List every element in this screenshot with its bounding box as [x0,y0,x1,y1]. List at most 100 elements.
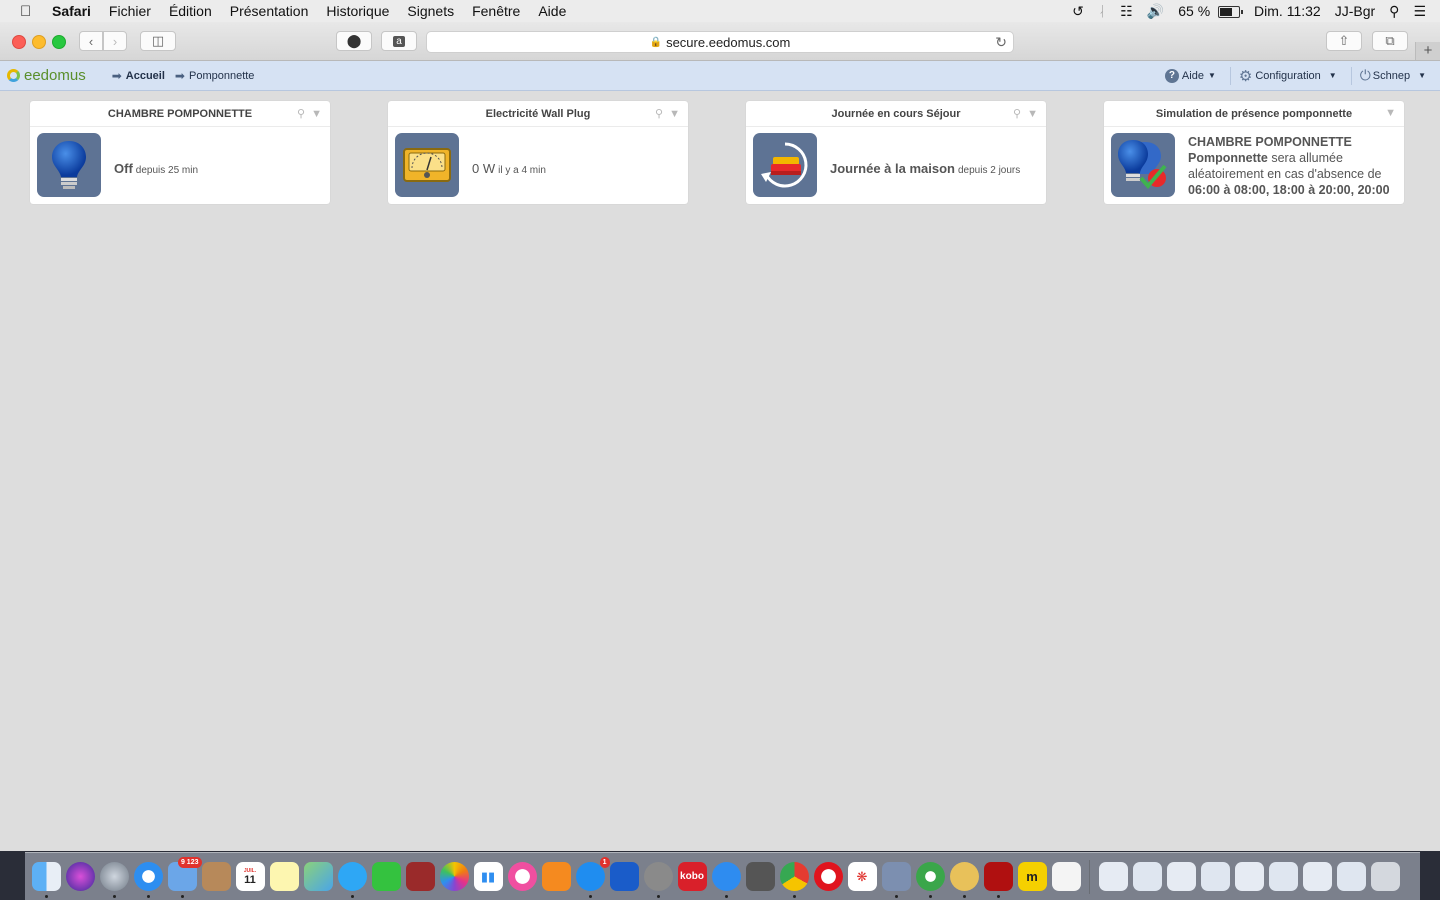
ghostery-extension-button[interactable]: ⬤ [336,31,372,51]
menu-signets[interactable]: Signets [407,3,454,19]
notes-icon[interactable] [269,862,299,891]
share-button[interactable]: ⇧ [1326,31,1362,51]
siri-icon[interactable] [65,862,95,891]
new-tab-button[interactable]: + [1415,42,1440,60]
calculator-icon[interactable] [745,862,775,891]
device-card-chambre[interactable]: CHAMBRE POMPONNETTE ⚲ ▼ Off depuis 25 min [30,101,330,204]
menu-app-safari[interactable]: Safari [52,3,91,19]
device-card-simulation[interactable]: Simulation de présence pomponnette ▼ CHA… [1104,101,1404,204]
menu-aide[interactable]: Aide [538,3,566,19]
maps-icon[interactable] [303,862,333,891]
facetime-icon[interactable] [371,862,401,891]
back-button[interactable]: ‹ [79,31,103,51]
forward-button[interactable]: › [103,31,127,51]
calendar-icon[interactable]: JUIL. 11 [235,862,265,891]
time-machine-icon[interactable]: ↺ [1072,3,1084,20]
kobo-icon[interactable]: kobo [677,862,707,891]
mindnode-icon[interactable]: m [1017,862,1047,891]
search-icon[interactable]: ⚲ [297,107,305,120]
document-stack-icon[interactable] [1234,862,1264,891]
system-preferences-icon[interactable] [643,862,673,898]
battery-icon [1218,6,1244,19]
spotlight-search-icon[interactable]: ⚲ [1389,3,1399,20]
disk-tool-icon[interactable] [949,862,979,898]
card-title: Simulation de présence pomponnette [1155,107,1353,120]
menu-fichier[interactable]: Fichier [109,3,151,19]
document-stack-icon[interactable] [1268,862,1298,891]
light-bulb-icon[interactable] [37,133,101,197]
document-stack-icon[interactable] [1336,862,1366,891]
configuration-menu[interactable]: ⚙ Configuration ▼ [1239,67,1337,85]
finder-icon[interactable] [31,862,61,898]
chevron-down-icon[interactable]: ▼ [311,108,322,120]
user-menu[interactable]: JJ-Bgr [1335,3,1375,19]
trash-icon[interactable] [1370,862,1400,891]
wifi-icon[interactable]: ☷ [1120,3,1133,20]
messages-icon[interactable] [337,862,367,898]
power-meter-icon[interactable] [395,133,459,197]
account-menu[interactable]: ⏻ Schnep ▼ [1360,67,1426,84]
zoom-window-button[interactable] [52,35,66,49]
state-since: depuis 25 min [135,165,199,176]
photos-icon[interactable] [439,862,469,891]
battery-status[interactable]: 65 % [1178,3,1244,19]
chrome-icon[interactable] [779,862,809,898]
help-menu[interactable]: ? Aide ▼ [1164,68,1216,83]
apple-menu-icon[interactable]:  [20,3,36,20]
contacts-icon[interactable] [201,862,231,891]
address-bar[interactable]: 🔒 secure.eedomus.com ↻ [426,31,1014,53]
ibooks-icon[interactable] [541,862,571,891]
launchpad-icon[interactable] [99,862,129,898]
menu-presentation[interactable]: Présentation [230,3,309,19]
notification-center-icon[interactable]: ☰ [1413,3,1426,20]
running-indicator [792,895,796,898]
document-stack-icon[interactable] [1098,862,1128,891]
eedomus-logo[interactable]: eedomus [7,67,86,84]
chevron-down-icon[interactable]: ▼ [669,108,680,120]
preview-icon[interactable] [881,862,911,898]
close-window-button[interactable] [12,35,26,49]
volume-icon[interactable]: 🔊 [1147,3,1164,20]
vpn-icon[interactable] [915,862,945,898]
chevron-down-icon[interactable]: ▼ [1385,107,1396,119]
document-stack-icon[interactable] [1302,862,1332,891]
device-card-wall-plug[interactable]: Electricité Wall Plug ⚲ ▼ 0 Wil y a 4 mi… [388,101,688,204]
mail-icon[interactable]: 9 123 [167,857,202,898]
app-store-icon[interactable]: 1 [575,857,610,898]
device-card-journee[interactable]: Journée en cours Séjour ⚲ ▼ Journée à la… [746,101,1046,204]
photo-booth-icon[interactable] [405,862,435,891]
itunes-icon[interactable] [507,862,537,891]
document-stack-icon[interactable] [1200,862,1230,891]
presence-simulation-icon[interactable] [1111,133,1175,197]
safari-icon[interactable] [133,862,163,898]
document-stack-icon[interactable] [1166,862,1196,891]
breadcrumb-room[interactable]: ➡ Pomponnette [175,69,255,83]
sofa-cycle-icon[interactable] [753,133,817,197]
card-status: Off depuis 25 min [114,161,198,176]
reload-icon[interactable]: ↻ [995,34,1007,51]
skype-icon[interactable] [711,862,741,898]
document-stack-icon[interactable] [1132,862,1162,891]
menu-edition[interactable]: Édition [169,3,212,19]
opera-icon[interactable] [813,862,843,891]
running-indicator [894,895,898,898]
acrobat-icon[interactable] [983,862,1013,898]
menu-fenetre[interactable]: Fenêtre [472,3,520,19]
search-icon[interactable]: ⚲ [1013,107,1021,120]
tab-overview-button[interactable]: ⧉ [1372,31,1408,51]
chevron-down-icon[interactable]: ▼ [1027,108,1038,120]
huawei-icon[interactable]: ❋ [847,862,877,891]
breadcrumb-home[interactable]: ➡ Accueil [112,69,165,83]
sidebar-toggle-button[interactable]: ◫ [140,31,176,51]
clock[interactable]: Dim. 11:32 [1254,3,1321,19]
menu-historique[interactable]: Historique [326,3,389,19]
search-icon[interactable]: ⚲ [655,107,663,120]
bluetooth-icon[interactable]: ᛆ [1098,3,1106,19]
power-icon: ⏻ [1359,67,1371,83]
minimize-window-button[interactable] [32,35,46,49]
running-indicator [180,895,184,898]
amazon-extension-button[interactable]: a [381,31,417,51]
text-edit-icon[interactable] [1051,862,1081,891]
numbers-icon[interactable]: ▮▮ [473,862,503,891]
malwarebytes-icon[interactable] [609,862,639,891]
